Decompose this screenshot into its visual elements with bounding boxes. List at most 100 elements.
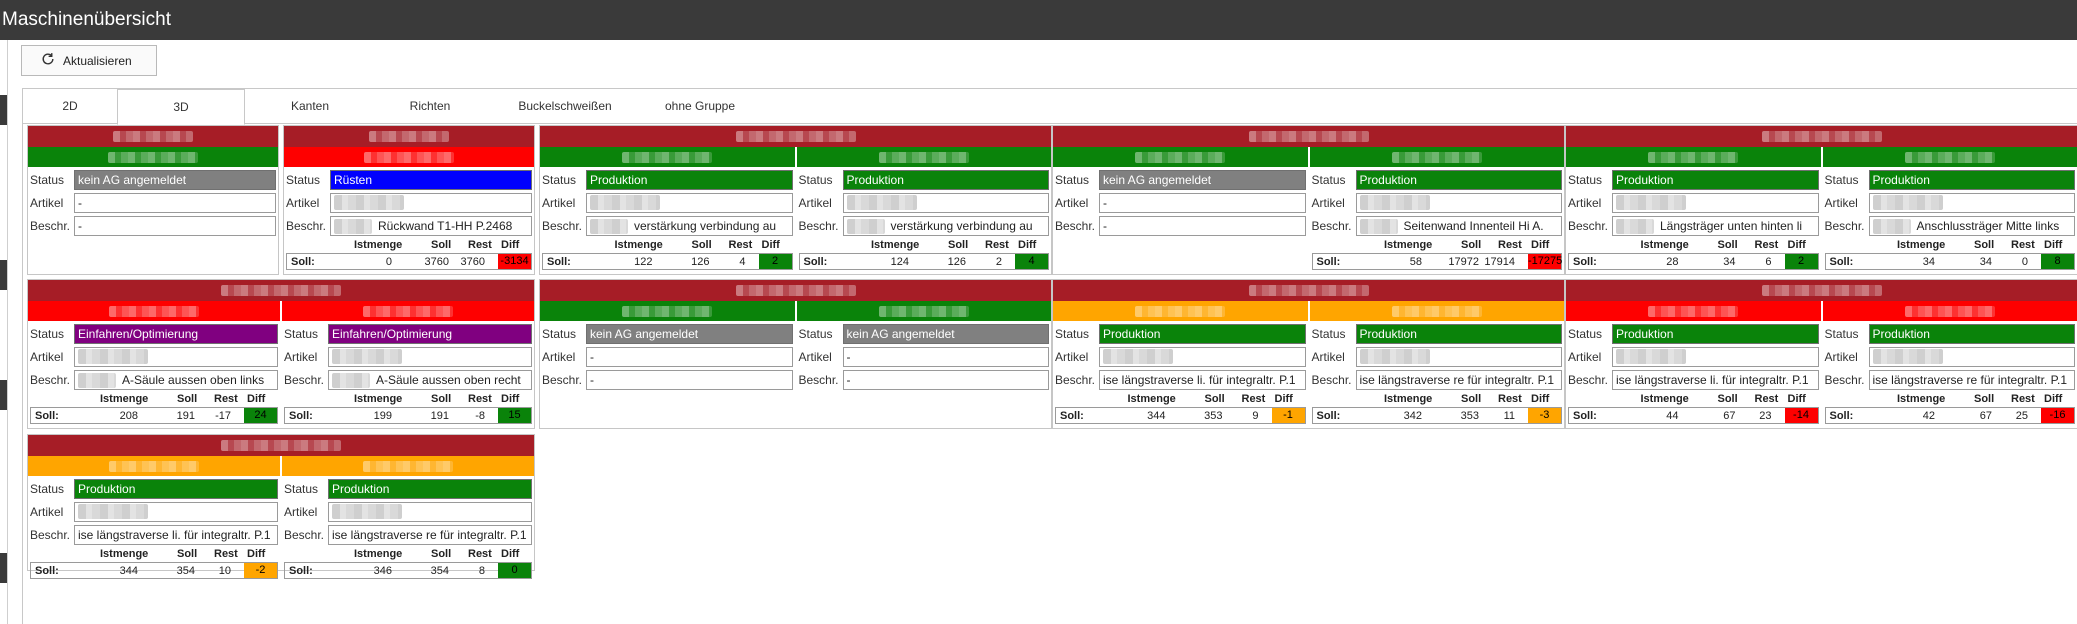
machine-name-redacted <box>108 151 198 163</box>
beschr-field[interactable]: ise längstraverse re für integraltr. P.1 <box>1868 370 2075 390</box>
tab-3d[interactable]: 3D <box>117 89 245 125</box>
status-row: Status Produktion <box>1823 324 2077 344</box>
refresh-button[interactable]: Aktualisieren <box>21 45 157 76</box>
beschr-field[interactable]: ise längstraverse re für integraltr. P.1 <box>1355 370 1562 390</box>
machine-card[interactable]: Status kein AG angemeldet Artikel - Beschr. - <box>28 147 278 236</box>
sidebar-edge <box>0 95 7 125</box>
machine-card[interactable]: Status Einfahren/Optimierung Artikel Beschr… <box>282 301 534 424</box>
status-badge: Produktion <box>1355 324 1562 344</box>
tab-buckelschweissen[interactable]: Buckelschweißen <box>485 89 645 124</box>
artikel-field[interactable] <box>328 347 532 367</box>
artikel-field[interactable] <box>1355 347 1562 367</box>
rest-header: Rest <box>1754 239 1779 251</box>
beschr-field[interactable]: Rückwand T1-HH P.2468 <box>330 216 532 236</box>
beschr-field[interactable]: ise längstraverse li. für integraltr. P.… <box>74 525 278 545</box>
beschr-field[interactable]: Seitenwand Innenteil Hi A. <box>1355 216 1562 236</box>
beschr-field[interactable]: A-Säule aussen oben links <box>74 370 278 390</box>
artikel-field[interactable] <box>842 193 1049 213</box>
artikel-row: Artikel - <box>28 193 278 213</box>
beschr-field[interactable]: ise längstraverse re für integraltr. P.1 <box>328 525 532 545</box>
tab-ohne-gruppe[interactable]: ohne Gruppe <box>645 89 755 124</box>
soll-value: 126 <box>947 256 966 268</box>
machine-card[interactable]: Status kein AG angemeldet Artikel - Beschr. - <box>540 301 795 390</box>
machine-card[interactable]: Status Produktion Artikel Beschr. Anschlusst… <box>1822 147 2077 270</box>
beschr-field[interactable]: ise längstraverse li. für integraltr. P.… <box>1612 370 1819 390</box>
machine-card[interactable]: Status Produktion Artikel Beschr. ise längst… <box>1053 301 1308 424</box>
machine-card[interactable]: Status Produktion Artikel Beschr. ise längst… <box>1566 301 1821 424</box>
status-label: Status <box>284 327 319 341</box>
beschr-label: Beschr. <box>284 373 325 387</box>
diff-header: Diff <box>1274 393 1293 405</box>
status-label: Status <box>30 482 65 496</box>
group-name-redacted <box>221 285 341 296</box>
machine-card[interactable]: Status Produktion Artikel Beschr. ise längst… <box>1822 301 2077 424</box>
machine-card[interactable]: Status kein AG angemeldet Artikel - Beschr. - <box>796 301 1051 390</box>
beschr-field[interactable]: verstärkung verbindung au <box>586 216 793 236</box>
machine-card[interactable]: Status Rüsten Artikel Beschr. Rückwand T1-HH… <box>284 147 534 270</box>
istmenge-header: Istmenge <box>1384 239 1433 251</box>
beschr-field[interactable]: - <box>586 370 793 390</box>
artikel-field[interactable] <box>586 193 793 213</box>
artikel-field[interactable] <box>330 193 532 213</box>
beschr-field[interactable]: A-Säule aussen oben recht <box>328 370 532 390</box>
artikel-field[interactable] <box>1099 347 1306 367</box>
artikel-row: Artikel <box>1823 347 2077 367</box>
artikel-label: Artikel <box>284 505 318 519</box>
beschr-field[interactable]: Längsträger unten hinten li <box>1612 216 1819 236</box>
artikel-field[interactable] <box>1868 347 2075 367</box>
machine-card[interactable]: Status Produktion Artikel Beschr. verstärkun… <box>540 147 795 270</box>
artikel-field[interactable] <box>1355 193 1562 213</box>
beschr-row: Beschr. - <box>28 216 278 236</box>
beschr-label: Beschr. <box>1055 373 1096 387</box>
artikel-row: Artikel <box>540 193 795 213</box>
artikel-field[interactable] <box>328 502 532 522</box>
artikel-row: Artikel <box>1310 193 1565 213</box>
machine-card[interactable]: Status Einfahren/Optimierung Artikel Beschr… <box>28 301 280 424</box>
tab-richten[interactable]: Richten <box>375 89 485 124</box>
machine-card[interactable]: Status Produktion Artikel Beschr. ise längst… <box>1309 301 1564 424</box>
beschr-value: verstärkung verbindung au <box>634 219 777 233</box>
beschr-field[interactable]: verstärkung verbindung au <box>842 216 1049 236</box>
artikel-field[interactable]: - <box>586 347 793 367</box>
diff-value: -14 <box>1784 408 1818 423</box>
rest-value: 11 <box>1503 410 1515 422</box>
tab-2d[interactable]: 2D <box>23 89 117 124</box>
tab-kanten[interactable]: Kanten <box>245 89 375 124</box>
beschr-field[interactable]: Anschlussträger Mitte links <box>1868 216 2075 236</box>
group-header <box>28 280 534 301</box>
rest-value: -8 <box>475 410 485 422</box>
status-label: Status <box>1824 327 1859 341</box>
beschr-field[interactable]: ise längstraverse li. für integraltr. P.… <box>1099 370 1306 390</box>
machine-header <box>796 301 1051 321</box>
machine-card[interactable]: Status Produktion Artikel Beschr. ise längst… <box>282 456 534 579</box>
qty-header: Istmenge Soll Rest Diff <box>797 239 1052 253</box>
group-name-redacted <box>1761 131 1882 142</box>
artikel-field[interactable] <box>74 347 278 367</box>
soll-row-label: Soll: <box>1829 256 1854 268</box>
artikel-field[interactable]: - <box>74 193 276 213</box>
artikel-field[interactable] <box>1868 193 2075 213</box>
artikel-field[interactable] <box>1612 193 1819 213</box>
diff-value: -3 <box>1528 408 1561 423</box>
machine-name-redacted <box>363 305 453 317</box>
artikel-field[interactable] <box>74 502 278 522</box>
istmenge-value: 0 <box>385 256 392 268</box>
qty-row: Soll: 58 17972 17914 -17275 <box>1311 253 1562 270</box>
machine-group: Status kein AG angemeldet Artikel - Beschr. - <box>27 125 279 275</box>
machine-card[interactable]: Status Produktion Artikel Beschr. Längsträge… <box>1566 147 1821 270</box>
beschr-field[interactable]: - <box>1099 216 1306 236</box>
artikel-field[interactable] <box>1612 347 1819 367</box>
machine-card[interactable]: Status Produktion Artikel Beschr. ise längst… <box>28 456 280 579</box>
machine-card[interactable]: Status kein AG angemeldet Artikel - Beschr. - <box>1053 147 1308 236</box>
soll-header: Soll <box>948 239 969 251</box>
machine-name-redacted <box>1904 305 1995 317</box>
machine-card[interactable]: Status Produktion Artikel Beschr. verstärkun… <box>796 147 1052 270</box>
artikel-field[interactable]: - <box>1099 193 1306 213</box>
beschr-field[interactable]: - <box>74 216 276 236</box>
artikel-label: Artikel <box>798 196 832 210</box>
machine-card[interactable]: Status Produktion Artikel Beschr. Seitenwand… <box>1309 147 1565 270</box>
artikel-redacted <box>1616 349 1686 364</box>
beschr-field[interactable]: - <box>842 370 1049 390</box>
group-header <box>28 126 278 147</box>
artikel-field[interactable]: - <box>842 347 1049 367</box>
